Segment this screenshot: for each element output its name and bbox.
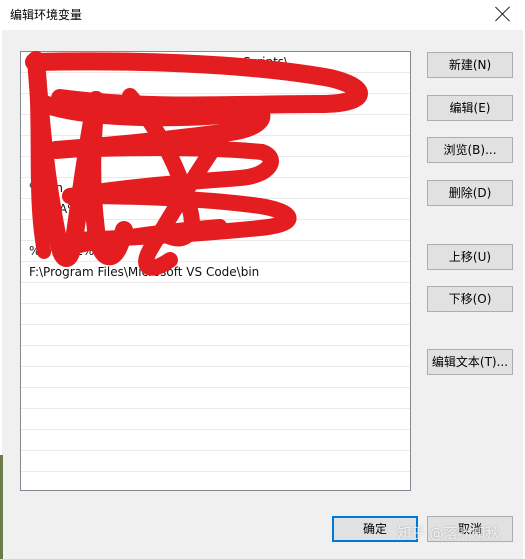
list-item[interactable] [21,451,410,472]
list-item[interactable]: A% [21,199,410,220]
watermark: 知乎 @落叶知秋 [397,526,500,542]
list-item[interactable]: F:\Program Files\Microsoft VS Code\bin [21,262,410,283]
list-item[interactable]: Data\ [21,94,410,115]
delete-button[interactable]: 删除(D) [427,180,513,206]
list-item[interactable] [21,283,410,304]
list-item[interactable] [21,346,410,367]
list-item[interactable] [21,388,410,409]
edit-button[interactable]: 编辑(E) [427,95,513,121]
list-item[interactable] [21,136,410,157]
browse-button[interactable]: 浏览(B)... [427,137,513,163]
list-item[interactable]: %\bin [21,178,410,199]
new-button[interactable]: 新建(N) [427,52,513,78]
list-item[interactable] [21,115,410,136]
move-down-button[interactable]: 下移(O) [427,286,513,312]
list-item[interactable] [21,304,410,325]
env-path-list[interactable]: Scripts\ Data\ %\bin A% ols %_HOME% F:\P… [20,51,411,491]
edit-text-button[interactable]: 编辑文本(T)... [427,349,513,375]
list-item[interactable] [21,73,410,94]
window-title: 编辑环境变量 [10,8,83,22]
list-item[interactable]: %_HOME% [21,241,410,262]
close-icon[interactable] [491,2,515,26]
list-item[interactable] [21,430,410,451]
list-item[interactable]: Scripts\ [21,52,410,73]
list-item[interactable] [21,367,410,388]
move-up-button[interactable]: 上移(U) [427,244,513,270]
list-item[interactable] [21,325,410,346]
title-bar: 编辑环境变量 [0,0,525,30]
list-item[interactable] [21,472,410,490]
list-item[interactable]: ols [21,220,410,241]
list-item[interactable] [21,409,410,430]
background-edge [0,455,3,559]
list-item[interactable] [21,157,410,178]
